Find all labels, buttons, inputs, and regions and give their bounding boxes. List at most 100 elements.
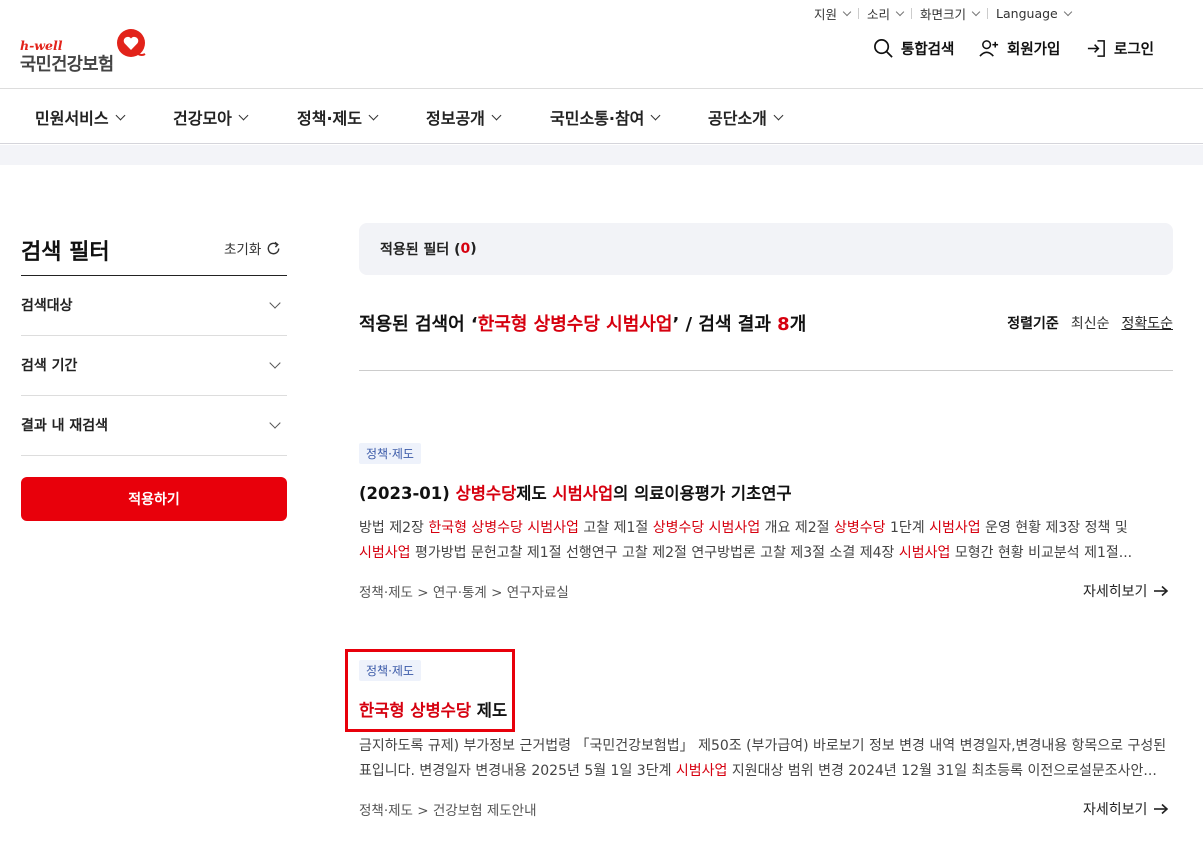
description-text: 모형간 현황 비교분석 제1절... (950, 545, 1133, 561)
summary-suffix: 개 (789, 314, 807, 335)
nav-label: 정책·제도 (297, 109, 362, 128)
result-breadcrumb: 정책·제도 > 건강보험 제도안내 (359, 803, 537, 819)
nav-policy[interactable]: 정책·제도 (297, 105, 379, 129)
summary-prefix: 적용된 검색어 ‘ (359, 314, 478, 335)
util-sound[interactable]: 소리 (859, 4, 911, 23)
chevron-down-icon (650, 110, 661, 120)
logo-name: 국민건강보험 (20, 55, 114, 75)
description-line: 금지하도록 규제) 부가정보 근거법령 「국민건강보험법」 제50조 (부가급여… (359, 734, 1171, 759)
nav-label: 민원서비스 (35, 109, 109, 128)
sort-options: 정렬기준 최신순 정확도순 (1007, 313, 1173, 333)
nav-label: 국민소통·참여 (550, 109, 645, 128)
filter-title: 검색 필터 (21, 240, 110, 265)
search-result-summary: 적용된 검색어 ‘한국형 상병수당 시범사업’ / 검색 결과 8개 (359, 310, 806, 336)
util-screen-size-label: 화면크기 (920, 7, 967, 22)
search-keyword: 한국형 상병수당 시범사업 (477, 314, 673, 335)
title-highlight: 상병수당 (455, 484, 517, 503)
site-logo[interactable]: h-well 국민건강보험 (20, 28, 150, 75)
heart-logo-icon (117, 29, 146, 57)
description-text: 운영 현황 제3장 정책 및 (980, 520, 1128, 536)
nav-health[interactable]: 건강모아 (173, 105, 249, 129)
arrow-right-icon (1154, 803, 1169, 815)
description-line: 방법 제2장 한국형 상병수당 시범사업 고찰 제1절 상병수당 시범사업 개요… (359, 516, 1171, 541)
applied-filters: 적용된 필터 (0) (359, 223, 1173, 275)
reset-button[interactable]: 초기화 (224, 238, 282, 258)
nav-about[interactable]: 공단소개 (708, 105, 784, 129)
title-highlight: 한국형 상병수당 (359, 701, 472, 720)
sort-accuracy[interactable]: 정확도순 (1121, 313, 1173, 333)
view-detail-label: 자세히보기 (1083, 802, 1148, 818)
integrated-search-button[interactable]: 통합검색 (873, 38, 954, 59)
search-icon (874, 39, 893, 58)
result-count: 8 (777, 314, 790, 335)
description-highlight: 상병수당 (833, 520, 886, 536)
signup-button[interactable]: 회원가입 (979, 38, 1060, 59)
login-icon (1087, 40, 1105, 57)
util-language[interactable]: Language (988, 6, 1079, 21)
chevron-down-icon (895, 7, 905, 17)
login-button[interactable]: 로그인 (1086, 38, 1154, 59)
divider (21, 455, 287, 456)
util-support[interactable]: 지원 (806, 4, 858, 23)
util-language-label: Language (996, 6, 1058, 21)
result-description: 방법 제2장 한국형 상병수당 시범사업 고찰 제1절 상병수당 시범사업 개요… (359, 516, 1171, 566)
main-navigation: 민원서비스 건강모아 정책·제도 정보공개 국민소통·참여 공단소개 (0, 89, 1203, 144)
applied-filters-label: 적용된 필터 ( (380, 242, 461, 258)
nav-communication[interactable]: 국민소통·참여 (550, 105, 661, 129)
title-text: 제도 (516, 484, 553, 503)
util-sound-label: 소리 (867, 7, 891, 22)
view-detail-button[interactable]: 자세히보기 (1083, 799, 1169, 819)
title-highlight: 시범사업 (552, 484, 614, 503)
sort-label: 정렬기준 (1007, 316, 1059, 332)
chevron-down-icon (368, 110, 379, 120)
result-title[interactable]: (2023-01) 상병수당제도 시범사업의 의료이용평가 기초연구 (359, 480, 792, 504)
title-text: (2023-01) (359, 484, 456, 503)
description-text: 금지하도록 규제) 부가정보 근거법령 「국민건강보험법」 제50조 (부가급여… (359, 738, 1167, 754)
divider (359, 370, 1173, 371)
utility-menu: 지원 소리 화면크기 Language (806, 4, 1079, 23)
applied-filters-suffix: ) (470, 241, 477, 257)
chevron-down-icon (269, 417, 281, 429)
summary-middle: ’ / 검색 결과 (672, 314, 778, 335)
arrow-right-icon (1154, 585, 1169, 597)
chevron-down-icon (491, 110, 502, 120)
applied-filters-count: 0 (460, 241, 471, 257)
accordion-label: 결과 내 재검색 (21, 418, 109, 434)
chevron-down-icon (269, 357, 281, 369)
add-user-icon (979, 40, 999, 57)
integrated-search-label: 통합검색 (901, 42, 955, 58)
title-text: 의 의료이용평가 기초연구 (613, 484, 792, 503)
nav-label: 건강모아 (173, 109, 232, 128)
accordion-search-period[interactable]: 검색 기간 (21, 336, 287, 394)
description-text: 지원대상 범위 변경 2024년 12월 31일 최초등록 이전으로설문조사안.… (727, 763, 1157, 779)
description-highlight: 시범사업 (929, 520, 981, 536)
nav-civil-service[interactable]: 민원서비스 (35, 105, 126, 129)
signup-label: 회원가입 (1007, 42, 1061, 58)
apply-filter-button[interactable]: 적용하기 (21, 477, 287, 521)
chevron-down-icon (1063, 7, 1072, 17)
nav-label: 공단소개 (708, 109, 767, 128)
description-line: 시범사업 평가방법 문헌고찰 제1절 선행연구 고찰 제2절 연구방법론 고찰 … (359, 541, 1171, 566)
description-text: 평가방법 문헌고찰 제1절 선행연구 고찰 제2절 연구방법론 고찰 제3절 소… (410, 545, 899, 561)
description-text: 표입니다. 변경일자 변경내용 2025년 5월 1일 3단계 (359, 763, 676, 779)
category-tag: 정책·제도 (359, 660, 421, 681)
accordion-research-within[interactable]: 결과 내 재검색 (21, 396, 287, 454)
login-label: 로그인 (1114, 42, 1155, 58)
chevron-down-icon (269, 297, 281, 309)
description-line: 표입니다. 변경일자 변경내용 2025년 5월 1일 3단계 시범사업 지원대… (359, 759, 1171, 784)
result-description: 금지하도록 규제) 부가정보 근거법령 「국민건강보험법」 제50조 (부가급여… (359, 734, 1171, 784)
util-screen-size[interactable]: 화면크기 (912, 4, 987, 23)
chevron-down-icon (773, 110, 784, 120)
title-text: 제도 (471, 701, 508, 720)
description-highlight: 시범사업 (898, 545, 951, 561)
nav-disclosure[interactable]: 정보공개 (426, 105, 502, 129)
description-highlight: 상병수당 시범사업 (652, 520, 761, 536)
result-breadcrumb: 정책·제도 > 연구·통계 > 연구자료실 (359, 585, 569, 601)
view-detail-button[interactable]: 자세히보기 (1083, 581, 1169, 601)
sort-latest[interactable]: 최신순 (1071, 313, 1110, 333)
nav-label: 정보공개 (426, 109, 485, 128)
chevron-down-icon (842, 7, 852, 17)
accordion-search-target[interactable]: 검색대상 (21, 276, 287, 334)
chevron-down-icon (115, 110, 126, 120)
result-title[interactable]: 한국형 상병수당 제도 (359, 697, 507, 721)
